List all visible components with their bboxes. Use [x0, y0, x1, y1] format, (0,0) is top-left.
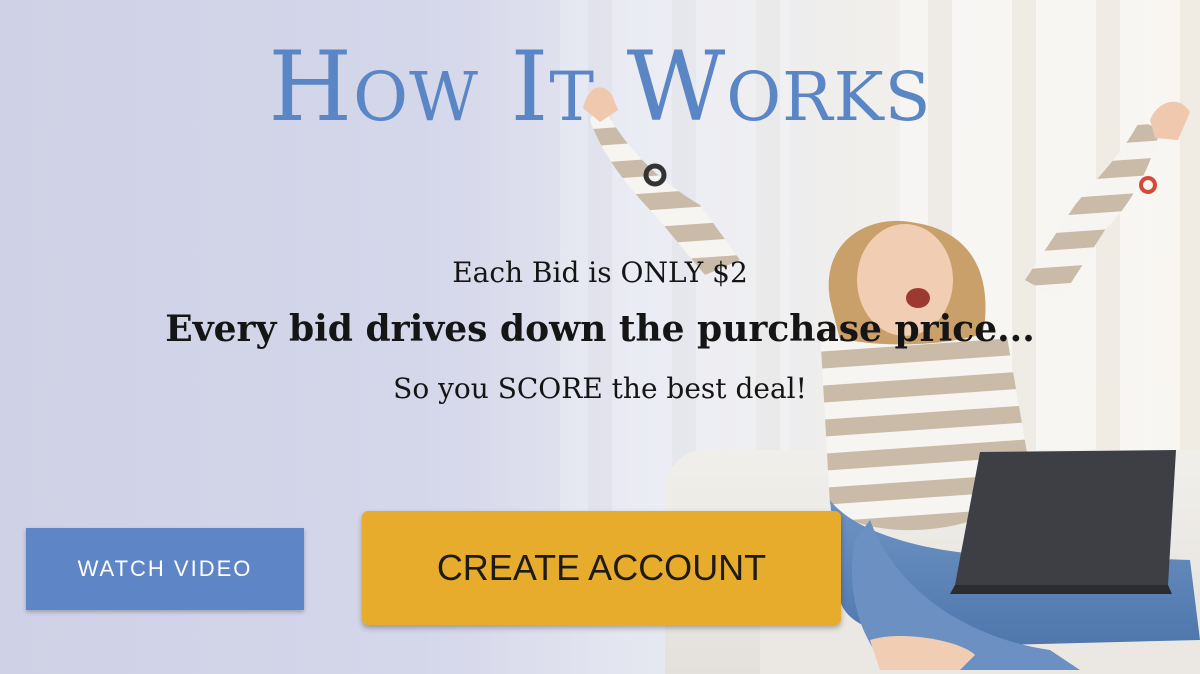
watch-video-button[interactable]: WATCH VIDEO — [26, 528, 304, 610]
page-title: How It Works — [268, 31, 932, 143]
hero-banner: How It Works Each Bid is ONLY $2 Every b… — [0, 0, 1200, 674]
bid-price-text: Each Bid is ONLY $2 — [452, 256, 748, 289]
laptop — [955, 450, 1176, 585]
create-account-button[interactable]: CREATE ACCOUNT — [362, 511, 841, 625]
tagline-text: Every bid drives down the purchase price… — [165, 308, 1035, 350]
score-deal-text: So you SCORE the best deal! — [393, 372, 807, 405]
